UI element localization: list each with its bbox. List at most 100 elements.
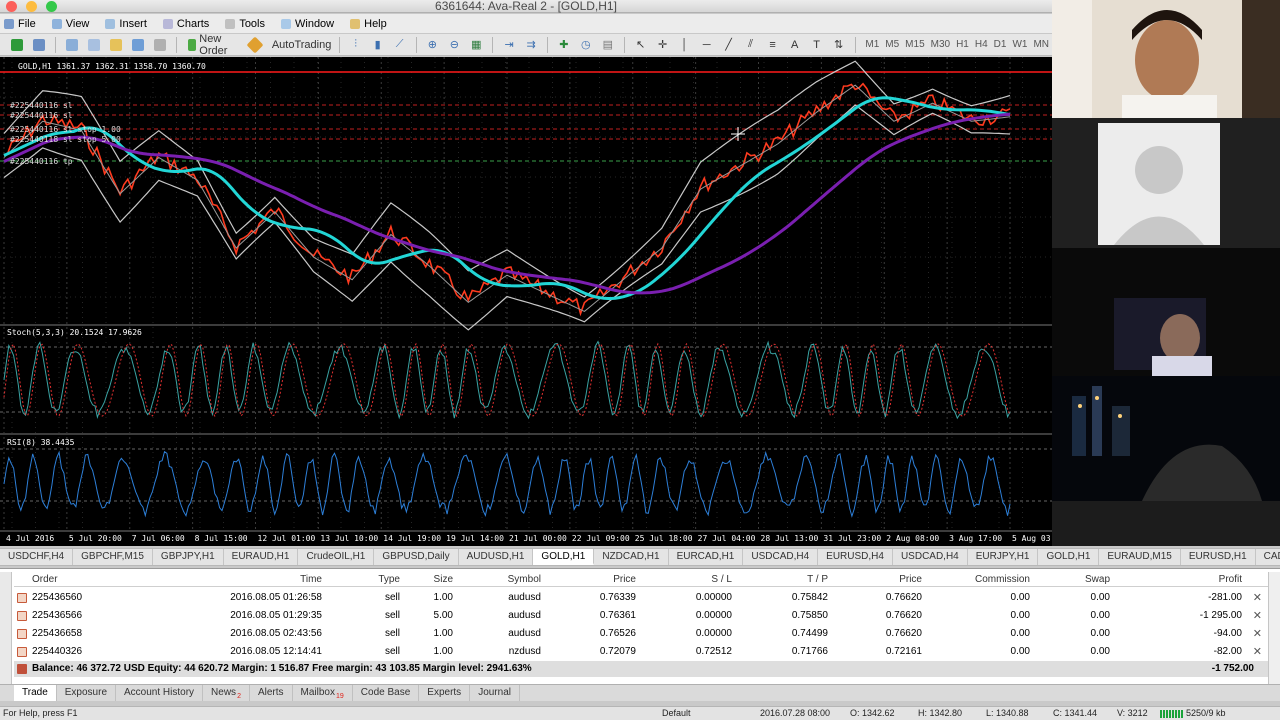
- chart-tab[interactable]: GOLD,H1: [1038, 549, 1100, 565]
- column-header-order[interactable]: Order: [32, 572, 58, 587]
- tile-windows-button[interactable]: ▦: [467, 36, 485, 54]
- text-tool-button[interactable]: A: [786, 36, 804, 54]
- terminal-tab-trade[interactable]: Trade: [14, 685, 57, 701]
- profiles-button[interactable]: [30, 36, 48, 54]
- line-chart-button[interactable]: ⟋: [391, 36, 409, 54]
- chart-tab[interactable]: GBPCHF,M15: [73, 549, 153, 565]
- indicators-button[interactable]: ✚: [555, 36, 573, 54]
- column-header-tp[interactable]: T / P: [807, 572, 828, 587]
- terminal-tab-news[interactable]: News2: [203, 685, 250, 701]
- column-header-price2[interactable]: Price: [899, 572, 922, 587]
- chart-tab[interactable]: USDCHF,H4: [0, 549, 74, 565]
- metaeditor-button[interactable]: [246, 36, 264, 54]
- strategy-tester-button[interactable]: [151, 36, 169, 54]
- autotrading-button[interactable]: AutoTrading: [268, 36, 332, 54]
- chart-tab[interactable]: USDCAD,H4: [893, 549, 968, 565]
- close-order-icon[interactable]: ✕: [1253, 607, 1262, 625]
- chart-tab[interactable]: USDCAD,H4: [743, 549, 819, 565]
- market-watch-button[interactable]: [63, 36, 81, 54]
- column-header-type[interactable]: Type: [378, 572, 400, 587]
- terminal-tab-alerts[interactable]: Alerts: [250, 685, 293, 701]
- chart-tab[interactable]: EURUSD,H4: [818, 549, 893, 565]
- terminal-tab-experts[interactable]: Experts: [419, 685, 471, 701]
- chart-tab[interactable]: GOLD,H1: [533, 549, 595, 565]
- text-label-button[interactable]: T: [808, 36, 826, 54]
- arrows-button[interactable]: ⇅: [830, 36, 848, 54]
- timeframe-m15-button[interactable]: M15: [902, 39, 927, 50]
- terminal-tab-mailbox[interactable]: Mailbox19: [293, 685, 353, 701]
- timeframe-m5-button[interactable]: M5: [882, 39, 902, 50]
- timeframe-mn-button[interactable]: MN: [1030, 39, 1052, 50]
- chart-tab[interactable]: EURAUD,M15: [1099, 549, 1181, 565]
- column-header-sl[interactable]: S / L: [711, 572, 732, 587]
- navigator-button[interactable]: [85, 36, 103, 54]
- order-row[interactable]: 225436560 2016.08.05 01:26:58 sell 1.00 audu…: [14, 589, 1268, 607]
- close-window-button[interactable]: [6, 1, 17, 12]
- column-header-size[interactable]: Size: [434, 572, 453, 587]
- chart-tab[interactable]: AUDUSD,H1: [459, 549, 534, 565]
- crosshair-tool-button[interactable]: ✛: [654, 36, 672, 54]
- column-header-commission[interactable]: Commission: [975, 572, 1030, 587]
- chart-tab[interactable]: CADJP: [1256, 549, 1280, 565]
- fibonacci-button[interactable]: ≡: [764, 36, 782, 54]
- order-row[interactable]: 225436566 2016.08.05 01:29:35 sell 5.00 audu…: [14, 607, 1268, 625]
- chart-canvas[interactable]: 4 Jul 2016 5 Jul 20:00 7 Jul 06:00 8 Jul 15…: [0, 57, 1052, 546]
- menu-view[interactable]: View: [51, 18, 89, 30]
- terminal-tab-journal[interactable]: Journal: [470, 685, 520, 701]
- chart-tab[interactable]: NZDCAD,H1: [594, 549, 669, 565]
- terminal-scrollbar[interactable]: [1268, 572, 1280, 684]
- terminal-tab-exposure[interactable]: Exposure: [57, 685, 117, 701]
- candlestick-button[interactable]: ▮: [369, 36, 387, 54]
- cursor-tool-button[interactable]: ↖: [632, 36, 650, 54]
- column-header-swap[interactable]: Swap: [1085, 572, 1110, 587]
- timeframe-h1-button[interactable]: H1: [953, 39, 972, 50]
- terminal-tab-account-history[interactable]: Account History: [116, 685, 204, 701]
- timeframe-m1-button[interactable]: M1: [862, 39, 882, 50]
- new-order-button[interactable]: New Order: [184, 33, 243, 57]
- bar-chart-button[interactable]: ⫶: [347, 36, 365, 54]
- vertical-line-button[interactable]: │: [676, 36, 694, 54]
- terminal-tab-code-base[interactable]: Code Base: [353, 685, 420, 701]
- timeframe-w1-button[interactable]: W1: [1009, 39, 1030, 50]
- terminal-button[interactable]: [129, 36, 147, 54]
- column-header-profit[interactable]: Profit: [1219, 572, 1242, 587]
- chart-tab[interactable]: GBPUSD,Daily: [374, 549, 459, 565]
- zoom-in-button[interactable]: ⊕: [423, 36, 441, 54]
- chart-shift-button[interactable]: ⇥: [500, 36, 518, 54]
- column-header-time[interactable]: Time: [300, 572, 322, 587]
- chart-tab[interactable]: GBPJPY,H1: [153, 549, 224, 565]
- maximize-window-button[interactable]: [46, 1, 57, 12]
- menu-help[interactable]: Help: [350, 18, 387, 30]
- menu-file[interactable]: File: [4, 18, 36, 30]
- chart-tab[interactable]: CrudeOIL,H1: [298, 549, 375, 565]
- chart-tab[interactable]: EURAUD,H1: [224, 549, 299, 565]
- new-chart-button[interactable]: [8, 36, 26, 54]
- periods-button[interactable]: ◷: [577, 36, 595, 54]
- zoom-out-button[interactable]: ⊖: [445, 36, 463, 54]
- column-header-price[interactable]: Price: [613, 572, 636, 587]
- order-row[interactable]: 225436658 2016.08.05 02:43:56 sell 1.00 audu…: [14, 625, 1268, 643]
- close-order-icon[interactable]: ✕: [1253, 643, 1262, 661]
- menu-insert[interactable]: Insert: [105, 18, 147, 30]
- horizontal-line-button[interactable]: ─: [698, 36, 716, 54]
- auto-scroll-button[interactable]: ⇉: [522, 36, 540, 54]
- templates-button[interactable]: ▤: [599, 36, 617, 54]
- minimize-window-button[interactable]: [26, 1, 37, 12]
- timeframe-d1-button[interactable]: D1: [991, 39, 1010, 50]
- menu-tools[interactable]: Tools: [225, 18, 265, 30]
- timeframe-h4-button[interactable]: H4: [972, 39, 991, 50]
- channel-button[interactable]: ⫽: [742, 36, 760, 54]
- chart-tab[interactable]: EURJPY,H1: [968, 549, 1039, 565]
- chart-tab[interactable]: EURUSD,H1: [1181, 549, 1256, 565]
- terminal-side-handle[interactable]: [0, 572, 12, 684]
- close-order-icon[interactable]: ✕: [1253, 589, 1262, 607]
- column-header-symbol[interactable]: Symbol: [508, 572, 541, 587]
- menu-charts[interactable]: Charts: [162, 18, 209, 30]
- timeframe-m30-button[interactable]: M30: [928, 39, 953, 50]
- order-row[interactable]: 225440326 2016.08.05 12:14:41 sell 1.00 nzdu…: [14, 643, 1268, 661]
- chart-window[interactable]: 4 Jul 2016 5 Jul 20:00 7 Jul 06:00 8 Jul 15…: [0, 57, 1052, 546]
- menu-window[interactable]: Window: [281, 18, 334, 30]
- chart-tab[interactable]: EURCAD,H1: [669, 549, 744, 565]
- close-order-icon[interactable]: ✕: [1253, 625, 1262, 643]
- data-window-button[interactable]: [107, 36, 125, 54]
